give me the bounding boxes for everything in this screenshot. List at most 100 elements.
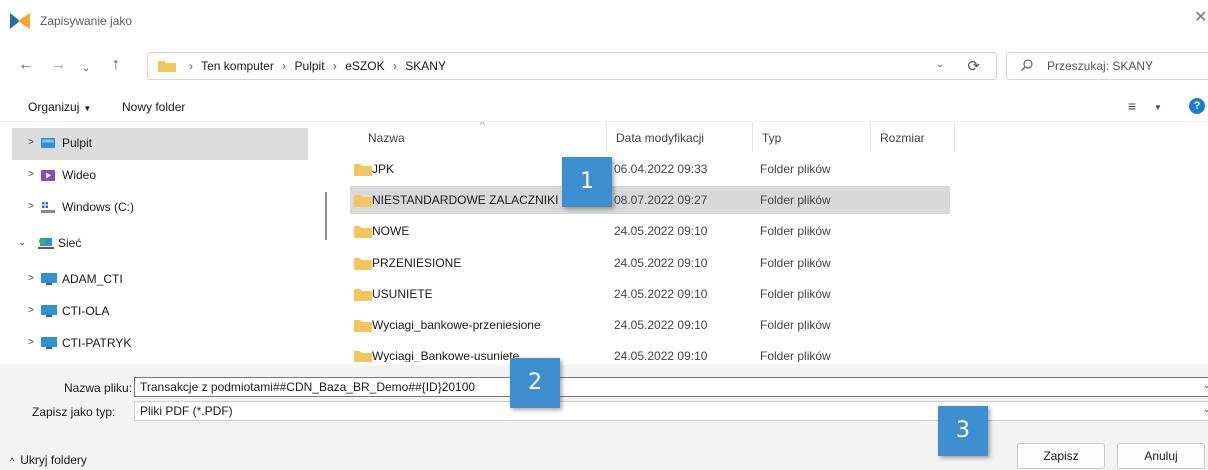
expand-chevron-icon[interactable]: > [28,337,34,348]
file-row[interactable]: NOWE 24.05.2022 09:10 Folder plików [350,217,950,245]
sidebar-item-cti-patryk[interactable]: > CTI-PATRYK [12,328,308,360]
file-row[interactable]: USUNIETE 24.05.2022 09:10 Folder plików [350,280,950,308]
column-divider[interactable] [752,122,753,152]
expand-chevron-icon[interactable]: > [28,305,34,316]
breadcrumb: › Ten komputer › Pulpit › eSZOK › SKANY [184,59,446,73]
file-date: 24.05.2022 09:10 [614,256,708,270]
file-row[interactable]: Wyciagi_bankowe-przeniesione 24.05.2022 … [350,311,950,339]
back-arrow-icon[interactable]: ← [18,56,34,74]
file-type: Folder plików [760,256,831,270]
collapse-chevron-icon[interactable]: ⌄ [18,237,26,248]
navigation-row: ← → ⌄ ↑ › Ten komputer › Pulpit › eSZOK … [0,44,1208,88]
hide-folders-toggle[interactable]: ^ Ukryj foldery [10,453,87,467]
app-icon [10,11,30,31]
command-toolbar: Organizuj ▼ Nowy folder ≡ ▼ ? [0,88,1208,122]
file-name: JPK [372,162,395,176]
drive-icon [41,201,55,214]
computer-icon [41,305,57,318]
file-date: 24.05.2022 09:10 [614,349,708,362]
sidebar-item-label: Pulpit [62,136,93,150]
filename-value: Transakcje z podmiotami##CDN_Baza_BR_Dem… [140,380,476,394]
breadcrumb-eszok[interactable]: eSZOK [345,59,384,73]
file-type: Folder plików [760,193,831,207]
breadcrumb-desktop[interactable]: Pulpit [295,59,325,73]
help-icon[interactable]: ? [1189,98,1205,114]
filename-dropdown-chevron-icon[interactable]: ⌄ [1203,380,1208,391]
sidebar-item-label: Sieć [58,236,82,250]
sidebar-item-label: CTI-PATRYK [62,336,132,350]
callout-badge-1: 1 [562,157,612,207]
file-name: PRZENIESIONE [372,256,462,270]
file-date: 24.05.2022 09:10 [614,287,708,301]
network-icon [38,237,54,250]
navigation-scrollbar[interactable] [325,192,327,240]
folder-icon [354,257,372,270]
column-divider[interactable] [870,122,871,152]
column-name-label: Nazwa [368,131,405,145]
callout-badge-2: 2 [510,358,560,408]
expand-chevron-icon[interactable]: > [28,273,34,284]
up-arrow-icon[interactable]: ↑ [112,56,120,74]
search-input[interactable]: Przeszukaj: SKANY [1006,52,1208,80]
close-icon[interactable]: ✕ [1194,10,1208,26]
refresh-icon[interactable]: ⟳ [967,57,980,75]
filetype-dropdown-chevron-icon[interactable]: ⌄ [1203,404,1208,415]
view-options-icon[interactable]: ≡ [1128,98,1136,114]
expand-chevron-icon[interactable]: > [28,137,34,148]
sidebar-item-pulpit[interactable]: > Pulpit [12,128,308,160]
chevron-up-icon: ^ [10,456,15,466]
file-type: Folder plików [760,349,831,362]
filename-label: Nazwa pliku: [64,381,133,395]
breadcrumb-this-pc[interactable]: Ten komputer [201,59,274,73]
sidebar-item-wideo[interactable]: > Wideo [12,160,308,192]
forward-arrow-icon[interactable]: → [50,56,66,74]
folder-icon [354,225,372,238]
sidebar-item-adam-cti[interactable]: > ADAM_CTI [12,264,308,296]
search-icon [1021,59,1033,71]
file-date: 08.07.2022 09:27 [614,193,708,207]
sidebar-item-windows-c[interactable]: > Windows (C:) [12,192,308,224]
breadcrumb-separator: › [332,59,337,73]
organize-button[interactable]: Organizuj ▼ [28,100,91,114]
file-date: 24.05.2022 09:10 [614,224,708,238]
file-row[interactable]: Wyciagi_Bankowe-usuniete 24.05.2022 09:1… [350,342,950,362]
column-divider[interactable] [606,122,607,152]
address-bar[interactable]: › Ten komputer › Pulpit › eSZOK › SKANY … [147,52,997,80]
file-type: Folder plików [760,162,831,176]
organize-label: Organizuj [28,100,80,114]
new-folder-button[interactable]: Nowy folder [122,100,185,114]
cancel-button[interactable]: Anuluj [1117,443,1205,469]
address-dropdown-chevron-icon[interactable]: ⌄ [936,59,944,70]
folder-icon [354,163,372,176]
sidebar-item-cti-ola[interactable]: > CTI-OLA [12,296,308,328]
desktop-icon [41,137,55,150]
sidebar-item-siec[interactable]: ⌄ Sieć [12,228,308,260]
window-title: Zapisywanie jako [40,14,133,28]
breadcrumb-separator: › [392,59,397,73]
search-placeholder: Przeszukaj: SKANY [1047,59,1154,73]
folder-icon [354,288,372,301]
file-date: 06.04.2022 09:33 [614,162,708,176]
caret-down-icon: ▼ [83,104,92,113]
breadcrumb-separator: › [189,59,193,73]
file-name: NIESTANDARDOWE ZALACZNIKI [372,193,559,207]
expand-chevron-icon[interactable]: > [28,201,34,212]
hide-folders-label: Ukryj foldery [20,453,87,467]
column-divider[interactable] [954,122,955,152]
expand-chevron-icon[interactable]: > [28,169,34,180]
file-type: Folder plików [760,318,831,332]
breadcrumb-skany[interactable]: SKANY [405,59,446,73]
recent-locations-chevron-icon[interactable]: ⌄ [82,60,90,78]
file-date: 24.05.2022 09:10 [614,318,708,332]
filetype-select[interactable]: Pliki PDF (*.PDF) ⌄ [134,401,1208,421]
view-caret-icon[interactable]: ▼ [1154,103,1162,112]
folder-icon [354,319,372,332]
file-row[interactable]: JPK 06.04.2022 09:33 Folder plików [350,155,950,183]
file-name: NOWE [372,224,410,238]
file-name: Wyciagi_Bankowe-usuniete [372,349,520,362]
save-button[interactable]: Zapisz [1017,443,1105,469]
file-row-selected[interactable]: NIESTANDARDOWE ZALACZNIKI 08.07.2022 09:… [350,186,950,214]
file-type: Folder plików [760,287,831,301]
file-row[interactable]: PRZENIESIONE 24.05.2022 09:10 Folder pli… [350,249,950,277]
filename-field[interactable]: Transakcje z podmiotami##CDN_Baza_BR_Dem… [134,377,1208,397]
